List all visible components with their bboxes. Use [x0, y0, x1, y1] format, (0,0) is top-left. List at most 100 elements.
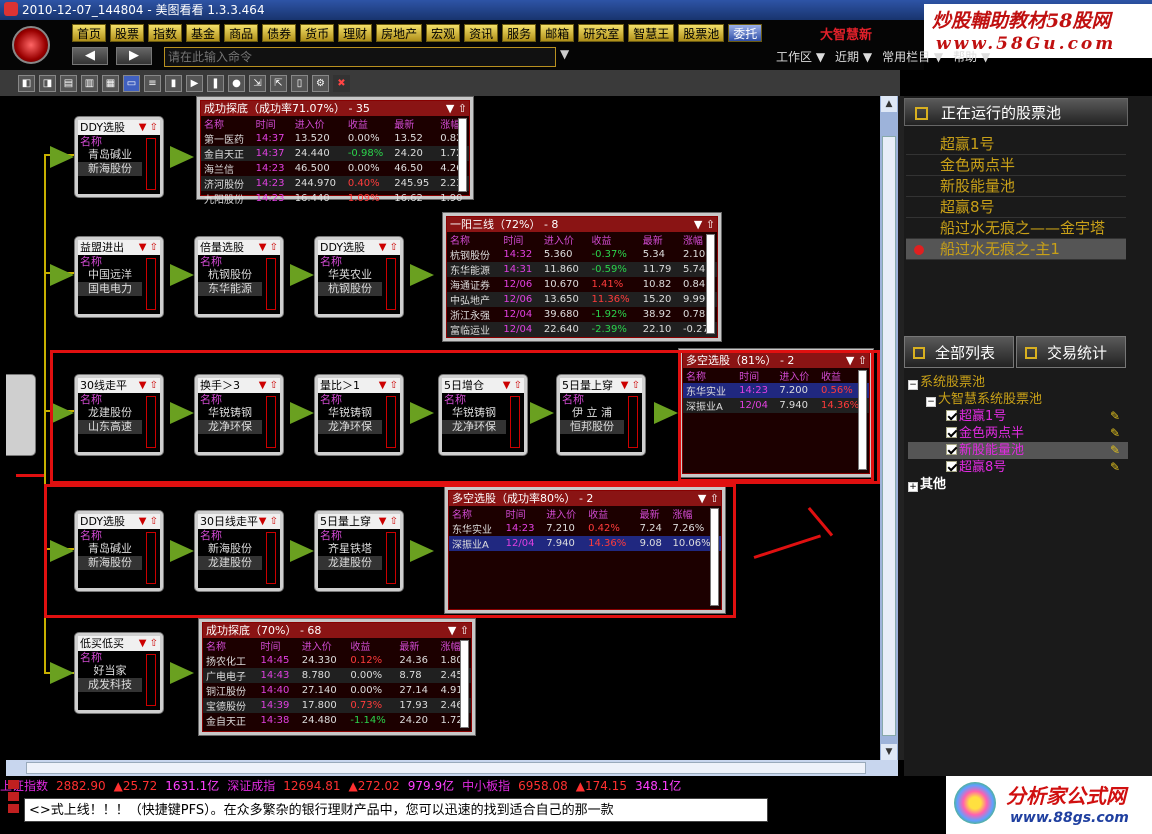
checkbox[interactable] [946, 427, 957, 438]
copy-icon[interactable]: ▥ [81, 74, 98, 92]
node-menu-icon[interactable]: ▼ ⇧ [139, 120, 158, 135]
menu-item-13[interactable]: 研究室 [578, 24, 625, 42]
workspace-menu-item[interactable]: 近期 ▼ [835, 48, 872, 65]
node-row[interactable]: 好当家 [78, 664, 142, 678]
stock-pool-panel[interactable]: 成功探底（70%） - 68 ▼ ⇧ 名称 时间 进入价 收益 最新 涨幅 扬农化工 14:45 2… [198, 618, 476, 736]
node-row[interactable]: 成发科技 [78, 678, 142, 692]
stop-icon[interactable]: ● [228, 74, 245, 92]
node-row[interactable]: 华英农业 [318, 268, 382, 282]
export-icon[interactable]: ⇲ [249, 74, 266, 92]
running-pool-item[interactable]: 船过水无痕之——金宇塔 [906, 218, 1126, 239]
pause-icon[interactable]: ❚ [207, 74, 224, 92]
pool-row[interactable]: 海兰信 14:23 46.500 0.00% 46.50 4.26 [201, 161, 469, 176]
running-pool-item[interactable]: 超赢8号 [906, 197, 1126, 218]
node-scrollbar[interactable] [146, 138, 156, 190]
node-menu-icon[interactable]: ▼ ⇧ [139, 240, 158, 255]
menu-item-4[interactable]: 商品 [224, 24, 259, 42]
menu-item-15[interactable]: 股票池 [678, 24, 725, 42]
node-row[interactable]: 杭钢股份 [318, 282, 382, 296]
checkbox[interactable] [946, 444, 957, 455]
pool-menu-icon[interactable]: ▼ ⇧ [448, 623, 469, 638]
news-marquee[interactable]: <>式上线！！！（快捷键PFS）。在众多繁杂的银行理财产品中，您可以迅速的找到适… [24, 798, 768, 822]
strategy-node[interactable]: 益盟进出 ▼ ⇧ 名称 中国远洋 国电电力 [74, 236, 164, 318]
strategy-node[interactable]: DDY选股 ▼ ⇧ 名称 华英农业 杭钢股份 [314, 236, 404, 318]
node-row[interactable]: 国电电力 [78, 282, 142, 296]
menu-item-14[interactable]: 智慧王 [628, 24, 675, 42]
pool-row[interactable]: 济河股份 14:23 244.970 0.40% 245.95 2.23 [201, 176, 469, 191]
edit-icon[interactable]: ✎ [1110, 442, 1120, 459]
logo-icon[interactable] [12, 26, 50, 64]
pool-scrollbar[interactable] [458, 118, 467, 192]
running-pool-item[interactable]: 船过水无痕之-主1 [906, 239, 1126, 260]
new-icon[interactable]: ◧ [18, 74, 35, 92]
tab-all-list[interactable]: 全部列表 [904, 336, 1014, 368]
node-scrollbar[interactable] [266, 258, 276, 310]
node-row[interactable]: 青岛碱业 [78, 148, 142, 162]
tree-other[interactable]: + 其他 [908, 476, 1128, 493]
command-input[interactable] [164, 47, 556, 67]
chart-icon[interactable]: ▮ [165, 74, 182, 92]
pool-scrollbar[interactable] [460, 640, 469, 728]
menu-item-0[interactable]: 首页 [72, 24, 107, 42]
running-pool-item[interactable]: 超赢1号 [906, 134, 1126, 155]
pool-menu-icon[interactable]: ▼ ⇧ [446, 101, 467, 116]
stock-pool-panel[interactable]: 成功探底（成功率71.07%） - 35 ▼ ⇧ 名称 时间 进入价 收益 最新 涨幅 第一医药… [196, 96, 474, 206]
pool-menu-icon[interactable]: ▼ ⇧ [694, 217, 715, 232]
mail-icon[interactable] [8, 780, 20, 820]
node-row[interactable]: 中国远洋 [78, 268, 142, 282]
pool-row[interactable]: 浙江永强 12/04 39.680 -1.92% 38.92 0.78 [447, 307, 717, 322]
tree-group[interactable]: − 大智慧系统股票池 [908, 391, 1128, 408]
pool-row[interactable]: 九阳股份 14:23 16.440 1.09% 16.62 1.90 [201, 191, 469, 206]
node-row[interactable]: 新海股份 [78, 162, 142, 176]
vertical-scrollbar[interactable]: ▲ ▼ [880, 96, 898, 760]
strategy-node[interactable]: 倍量选股 ▼ ⇧ 名称 杭钢股份 东华能源 [194, 236, 284, 318]
pool-scrollbar[interactable] [706, 234, 715, 334]
play-icon[interactable]: ▶ [186, 74, 203, 92]
menu-item-8[interactable]: 房地产 [376, 24, 423, 42]
edit-icon[interactable]: ✎ [1110, 459, 1120, 476]
node-scrollbar[interactable] [386, 258, 396, 310]
delete-icon[interactable]: ▯ [291, 74, 308, 92]
pool-row[interactable]: 富临运业 12/04 22.640 -2.39% 22.10 -0.27 [447, 322, 717, 337]
strategy-node-partial[interactable] [6, 374, 36, 456]
settings-icon[interactable]: ⚙ [312, 74, 329, 92]
pool-row[interactable]: 扬农化工 14:45 24.330 0.12% 24.36 1.80 [203, 653, 471, 668]
tab-trade-stats[interactable]: 交易统计 [1016, 336, 1126, 368]
edit-icon[interactable]: ✎ [1110, 425, 1120, 442]
pool-row[interactable]: 杭钢股份 14:32 5.360 -0.37% 5.34 2.10 [447, 247, 717, 262]
tree-item[interactable]: 金色两点半 ✎ [908, 425, 1128, 442]
menu-item-6[interactable]: 货币 [300, 24, 335, 42]
tree-item[interactable]: 超赢8号 ✎ [908, 459, 1128, 476]
menu-item-10[interactable]: 资讯 [464, 24, 499, 42]
checkbox[interactable] [946, 461, 957, 472]
workspace-menu-item[interactable]: 常用栏目 ▼ [882, 48, 943, 65]
expand-icon[interactable]: + [908, 482, 918, 492]
menu-item-2[interactable]: 指数 [148, 24, 183, 42]
close-icon[interactable]: ✖ [333, 74, 350, 92]
pool-row[interactable]: 第一医药 14:37 13.520 0.00% 13.52 0.82 [201, 131, 469, 146]
paste-icon[interactable]: ▦ [102, 74, 119, 92]
node-scrollbar[interactable] [146, 654, 156, 706]
node-menu-icon[interactable]: ▼ ⇧ [139, 636, 158, 651]
pool-row[interactable]: 铜江股份 14:40 27.140 0.00% 27.14 4.91 [203, 683, 471, 698]
running-pool-item[interactable]: 金色两点半 [906, 155, 1126, 176]
tree-item[interactable]: 超赢1号 ✎ [908, 408, 1128, 425]
workspace-menu-item[interactable]: 帮助 ▼ [953, 48, 990, 65]
tree-root[interactable]: − 系统股票池 [908, 374, 1128, 391]
edit-icon[interactable]: ✎ [1110, 408, 1120, 425]
pool-row[interactable]: 东华能源 14:31 11.860 -0.59% 11.79 5.74 [447, 262, 717, 277]
forward-button[interactable]: ▶ [116, 47, 152, 65]
menu-item-3[interactable]: 基金 [186, 24, 221, 42]
node-menu-icon[interactable]: ▼ ⇧ [379, 240, 398, 255]
open-icon[interactable]: ◨ [39, 74, 56, 92]
node-row[interactable]: 东华能源 [198, 282, 262, 296]
strategy-node[interactable]: DDY选股 ▼ ⇧ 名称 青岛碱业 新海股份 [74, 116, 164, 198]
pool-row[interactable]: 中弘地产 12/06 13.650 11.36% 15.20 9.99 [447, 292, 717, 307]
menu-item-11[interactable]: 服务 [502, 24, 537, 42]
menu-item-7[interactable]: 理财 [338, 24, 373, 42]
collapse-icon[interactable]: − [926, 397, 936, 407]
node-scrollbar[interactable] [146, 258, 156, 310]
import-icon[interactable]: ⇱ [270, 74, 287, 92]
workspace-menu-item[interactable]: 工作区 ▼ [776, 48, 825, 65]
layout-icon[interactable]: ▭ [123, 74, 140, 92]
